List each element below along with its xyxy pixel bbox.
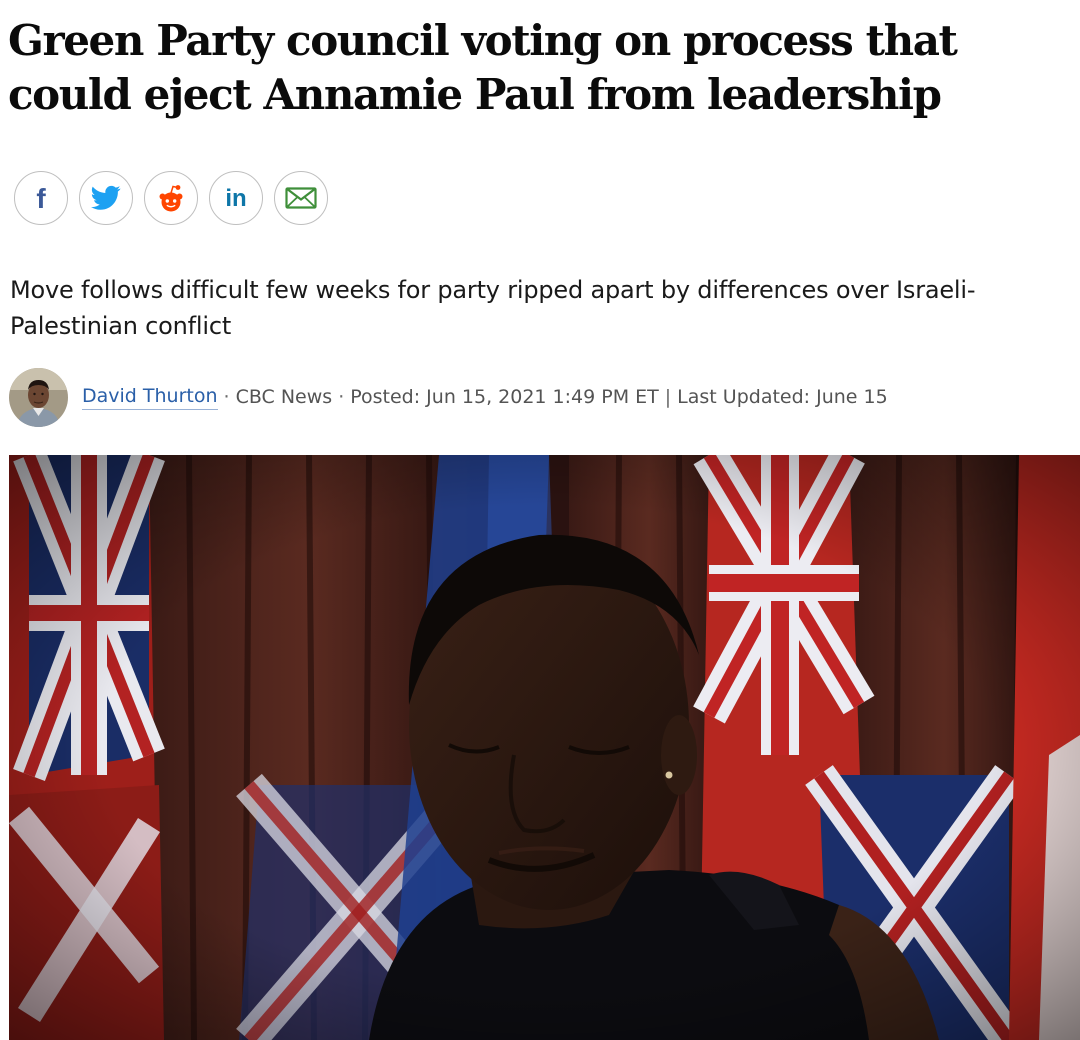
email-icon bbox=[285, 187, 317, 209]
byline-divider: | bbox=[664, 386, 672, 408]
article-headline: Green Party council voting on process th… bbox=[8, 16, 958, 119]
byline-separator: · bbox=[338, 386, 345, 408]
svg-text:in: in bbox=[225, 185, 246, 212]
svg-text:f: f bbox=[36, 183, 46, 213]
facebook-icon: f bbox=[36, 183, 46, 213]
twitter-icon bbox=[91, 185, 121, 210]
share-twitter-button[interactable] bbox=[79, 171, 133, 225]
hero-image bbox=[9, 455, 1080, 1040]
article-deck: Move follows difficult few weeks for par… bbox=[10, 276, 976, 340]
share-bar: f in bbox=[14, 171, 328, 225]
share-facebook-button[interactable]: f bbox=[14, 171, 68, 225]
linkedin-icon: in bbox=[225, 185, 246, 212]
author-link[interactable]: David Thurton bbox=[82, 385, 218, 410]
author-avatar[interactable] bbox=[9, 367, 68, 427]
reddit-icon bbox=[159, 185, 183, 212]
byline-posted-date: Posted: Jun 15, 2021 1:49 PM ET bbox=[350, 386, 659, 408]
byline-separator: · bbox=[223, 386, 230, 408]
share-linkedin-button[interactable]: in bbox=[209, 171, 263, 225]
byline: David Thurton · CBC News · Posted: Jun 1… bbox=[9, 367, 888, 427]
byline-outlet: CBC News bbox=[235, 386, 333, 408]
byline-updated-date: Last Updated: June 15 bbox=[677, 386, 888, 408]
share-email-button[interactable] bbox=[274, 171, 328, 225]
share-reddit-button[interactable] bbox=[144, 171, 198, 225]
